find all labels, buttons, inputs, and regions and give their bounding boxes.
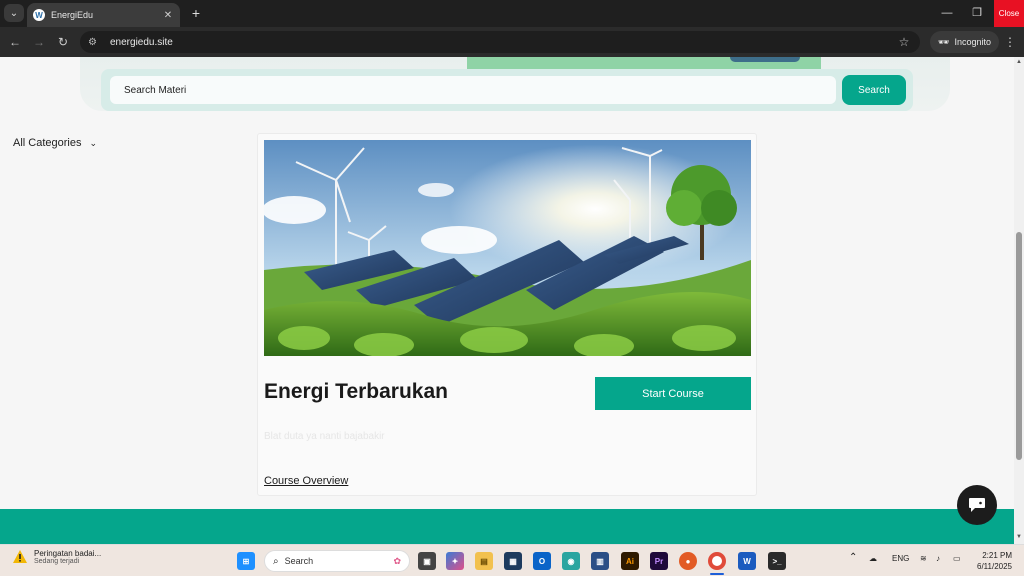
search-bar: Search: [101, 69, 913, 111]
tab-title: EnergiEdu: [51, 10, 94, 20]
arrow-left-icon: ←: [9, 35, 21, 49]
outlook-label: O: [538, 556, 546, 566]
window-close-button[interactable]: Close: [994, 0, 1024, 27]
outlook-icon[interactable]: O: [533, 552, 551, 570]
tray-cloud-icon[interactable]: ☁: [869, 554, 877, 563]
tab-close-icon[interactable]: ✕: [162, 10, 174, 21]
weather-subtitle: Sedang terjadi: [34, 558, 80, 565]
taskbar-search-label: Search: [284, 556, 314, 566]
copilot-icon[interactable]: ✦: [446, 552, 464, 570]
chevron-down-icon: ⌄: [9, 7, 19, 19]
category-dropdown[interactable]: All Categories ⌄: [13, 137, 97, 149]
storm-warning-icon: [13, 550, 27, 563]
reload-icon: ↻: [57, 35, 69, 49]
search-input[interactable]: [110, 76, 836, 104]
footer-band: [0, 509, 1014, 544]
reload-button[interactable]: ↻: [54, 33, 72, 51]
firefox-icon[interactable]: ●: [679, 552, 697, 570]
url-text: energiedu.site: [110, 36, 173, 48]
app-icon[interactable]: ▥: [591, 552, 609, 570]
course-description: Blat duta ya nanti bajabakir: [264, 431, 385, 442]
system-clock[interactable]: 2:21 PM 6/11/2025: [972, 550, 1012, 572]
wordpress-icon: W: [33, 9, 45, 21]
minimize-icon[interactable]: —: [937, 4, 957, 22]
kebab-icon[interactable]: ⋮: [1003, 33, 1017, 51]
chrome-icon[interactable]: [708, 552, 726, 570]
new-tab-button[interactable]: +: [188, 4, 204, 22]
incognito-label: Incognito: [954, 37, 991, 47]
incognito-icon: 🕶: [938, 36, 950, 47]
illustrator-label: Ai: [626, 556, 634, 566]
weather-title: Peringatan badai...: [34, 549, 102, 558]
volume-icon[interactable]: ♪: [936, 554, 940, 563]
course-title: Energi Terbarukan: [264, 380, 448, 403]
course-overview-link[interactable]: Course Overview: [264, 475, 348, 487]
incognito-badge[interactable]: 🕶 Incognito: [930, 31, 999, 53]
scroll-down-icon[interactable]: ▼: [1015, 534, 1023, 542]
scroll-thumb[interactable]: [1016, 232, 1022, 460]
browser-tab[interactable]: W EnergiEdu ✕: [27, 3, 180, 27]
terminal-icon[interactable]: >_: [768, 552, 786, 570]
page-scrollbar[interactable]: ▲ ▼: [1014, 57, 1024, 544]
browser-toolbar: ← → ↻ ⚙ energiedu.site ☆ 🕶 Incognito ⋮: [0, 27, 1024, 57]
wifi-icon[interactable]: ≋: [920, 554, 927, 563]
language-indicator[interactable]: ENG: [892, 554, 909, 563]
task-view-icon[interactable]: ▣: [418, 552, 436, 570]
hero-decoration: [730, 57, 800, 62]
premiere-label: Pr: [654, 556, 664, 566]
weather-widget[interactable]: Peringatan badai... Sedang terjadi: [12, 549, 101, 565]
search-button[interactable]: Search: [842, 75, 906, 105]
edge-icon[interactable]: ◉: [562, 552, 580, 570]
search-highlight-icon: ✿: [393, 555, 401, 566]
start-course-button[interactable]: Start Course: [595, 377, 751, 410]
taskbar-search[interactable]: ⌕ Search ✿: [264, 550, 410, 572]
word-label: W: [743, 556, 751, 566]
clock-time: 2:21 PM: [982, 551, 1012, 560]
site-info-icon[interactable]: ⚙: [88, 37, 102, 48]
scroll-up-icon[interactable]: ▲: [1015, 59, 1023, 67]
battery-icon[interactable]: ▭: [953, 554, 961, 563]
address-bar[interactable]: ⚙ energiedu.site ☆: [80, 31, 920, 53]
illustrator-icon[interactable]: Ai: [621, 552, 639, 570]
store-icon[interactable]: ▦: [504, 552, 522, 570]
chat-icon: [969, 498, 985, 512]
star-icon[interactable]: ☆: [896, 35, 912, 49]
course-image: [264, 140, 751, 356]
active-app-indicator: [710, 573, 724, 575]
category-label: All Categories: [13, 137, 82, 149]
search-icon: ⌕: [273, 555, 279, 567]
close-label: Close: [998, 9, 1020, 18]
chevron-down-icon: ⌄: [89, 137, 98, 148]
tab-search-button[interactable]: ⌄: [4, 4, 24, 22]
back-button[interactable]: ←: [6, 33, 24, 51]
page-viewport: Search All Categories ⌄: [0, 57, 1014, 544]
tray-overflow-icon[interactable]: ⌃: [849, 552, 857, 563]
course-card: Energi Terbarukan Start Course Blat duta…: [257, 133, 757, 496]
clock-date: 6/11/2025: [977, 562, 1012, 571]
chat-button[interactable]: [957, 485, 997, 525]
word-icon[interactable]: W: [738, 552, 756, 570]
browser-tab-bar: ⌄ W EnergiEdu ✕ + — ❐ Close: [0, 0, 1024, 27]
windows-start-icon[interactable]: ⊞: [237, 552, 255, 570]
restore-icon[interactable]: ❐: [967, 4, 987, 22]
forward-button[interactable]: →: [30, 33, 48, 51]
premiere-icon[interactable]: Pr: [650, 552, 668, 570]
renewable-energy-illustration: [264, 140, 751, 356]
arrow-right-icon: →: [33, 35, 45, 49]
windows-taskbar: Peringatan badai... Sedang terjadi ⊞ ⌕ S…: [0, 544, 1024, 576]
file-explorer-icon[interactable]: ▤: [475, 552, 493, 570]
